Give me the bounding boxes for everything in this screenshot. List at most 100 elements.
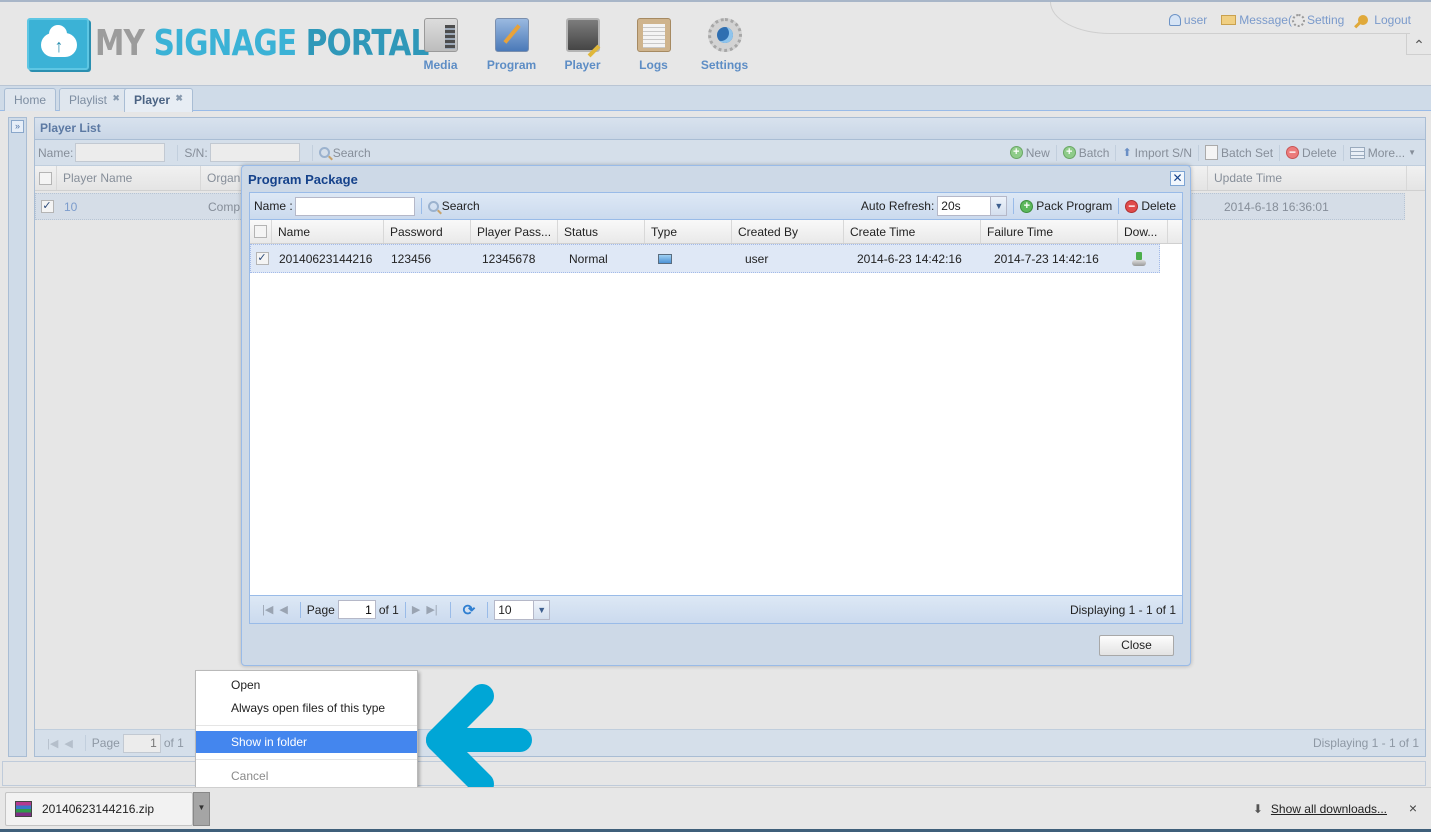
nav-settings[interactable]: Settings [689, 18, 760, 72]
auto-refresh-select[interactable]: 20s ▼ [937, 196, 1008, 216]
column-header-type[interactable]: Type [645, 220, 732, 243]
menu-item-open[interactable]: Open [196, 674, 417, 696]
dropdown-arrow-icon: ▼ [1408, 148, 1416, 157]
prev-page-icon[interactable]: ◀ [64, 737, 72, 750]
first-page-icon[interactable]: |◀ [262, 603, 273, 616]
column-header-player-name[interactable]: Player Name [57, 166, 201, 190]
row-checkbox[interactable]: ✓ [255, 252, 269, 265]
nav-program-label: Program [486, 58, 537, 72]
separator [1279, 144, 1281, 161]
batch-button[interactable]: + Batch [1062, 146, 1109, 160]
user-link[interactable]: user [1168, 13, 1207, 27]
separator [1055, 144, 1057, 161]
row-checkbox-cell: ✓ [251, 245, 273, 272]
row-checkbox[interactable]: ✓ [40, 200, 54, 213]
tab-player[interactable]: Player ✖ [124, 88, 193, 112]
status-cell: Normal [569, 251, 608, 266]
column-header-create-time[interactable]: Create Time [844, 220, 981, 243]
separator [1342, 144, 1344, 161]
select-all-checkbox[interactable] [39, 171, 52, 185]
prev-page-icon[interactable]: ◀ [279, 603, 287, 616]
separator [177, 144, 179, 161]
nav-logs[interactable]: Logs [618, 18, 689, 72]
chevron-down-icon[interactable]: ▼ [990, 197, 1007, 215]
close-icon[interactable]: ✖ [175, 93, 183, 103]
next-page-icon[interactable]: ▶ [412, 603, 420, 616]
column-header-name[interactable]: Name [272, 220, 384, 243]
download-menu-button[interactable]: ▼ [193, 792, 210, 826]
select-all-checkbox[interactable] [254, 225, 267, 238]
nav-media[interactable]: Media [405, 18, 476, 72]
delete-button[interactable]: − Delete [1286, 146, 1337, 160]
app-header: ↑ MY SIGNAGE PORTAL Media Program Player… [0, 0, 1431, 86]
separator [420, 198, 422, 214]
menu-item-cancel[interactable]: Cancel [196, 765, 417, 787]
close-icon[interactable]: ✖ [112, 93, 120, 103]
close-shelf-button[interactable]: × [1409, 800, 1417, 816]
search-button[interactable]: Search [427, 199, 480, 213]
download-context-menu: Open Always open files of this type Show… [195, 670, 418, 790]
page-label: Page [306, 602, 335, 617]
tab-playlist[interactable]: Playlist ✖ [59, 88, 130, 111]
column-header-download[interactable]: Dow... [1118, 220, 1168, 243]
more-button[interactable]: More... ▼ [1349, 146, 1416, 160]
download-icon[interactable] [1131, 251, 1147, 266]
sn-filter-input[interactable] [209, 143, 300, 162]
column-header-update-time[interactable]: Update Time [1207, 166, 1407, 190]
chevron-down-icon[interactable]: ▼ [533, 600, 550, 619]
column-header-created-by[interactable]: Created By [732, 220, 844, 243]
column-header-password[interactable]: Password [384, 220, 471, 243]
column-header-failure-time[interactable]: Failure Time [981, 220, 1118, 243]
menu-item-always-open[interactable]: Always open files of this type [196, 697, 417, 719]
nav-program[interactable]: Program [476, 18, 547, 72]
last-page-icon[interactable]: ▶| [426, 603, 437, 616]
player-icon [565, 18, 600, 52]
separator [487, 601, 489, 618]
player-password-cell: 12345678 [482, 251, 536, 266]
new-button[interactable]: + New [1009, 146, 1050, 160]
logout-link[interactable]: Logout [1358, 13, 1411, 27]
expand-panel-button[interactable]: » [11, 120, 24, 133]
page-count: of 1 [163, 736, 184, 750]
sn-filter-label: S/N: [184, 145, 208, 160]
batch-set-button[interactable]: Batch Set [1205, 145, 1273, 160]
setting-link[interactable]: Setting [1307, 13, 1344, 27]
tab-bar: Home Playlist ✖ Player ✖ [0, 86, 1431, 112]
delete-package-button[interactable]: − Delete [1125, 199, 1176, 213]
import-sn-button[interactable]: ⬆ Import S/N [1122, 146, 1192, 160]
page-size-select[interactable]: 10 ▼ [494, 599, 551, 620]
collapse-header-button[interactable]: ⌃ [1406, 34, 1431, 55]
add-icon: + [1009, 146, 1023, 159]
refresh-icon[interactable]: ⟳ [463, 601, 476, 619]
search-button[interactable]: Search [318, 146, 371, 160]
main-nav: Media Program Player Logs Settings [405, 18, 760, 72]
mail-icon [1221, 15, 1237, 25]
page-input[interactable] [337, 600, 376, 619]
pack-program-button[interactable]: + Pack Program [1020, 199, 1112, 213]
close-button[interactable]: Close [1099, 635, 1174, 656]
nav-logs-label: Logs [639, 58, 668, 72]
page-count: of 1 [378, 602, 399, 617]
user-menu: user Message( Setting Logout [1168, 13, 1411, 27]
annotation-arrow-icon [426, 684, 532, 796]
screen-icon [658, 253, 672, 264]
panel-title: Player List [35, 118, 1425, 140]
column-header-status[interactable]: Status [558, 220, 645, 243]
download-item[interactable]: 20140623144216.zip [5, 792, 193, 826]
first-page-icon[interactable]: |◀ [47, 737, 58, 750]
page-input[interactable] [122, 733, 161, 753]
column-header-player-password[interactable]: Player Pass... [471, 220, 558, 243]
package-name-input[interactable] [294, 196, 415, 216]
name-filter-input[interactable] [75, 143, 166, 162]
create-time-cell: 2014-6-23 14:42:16 [857, 251, 962, 266]
separator [1115, 144, 1117, 161]
close-dialog-button[interactable]: ✕ [1170, 171, 1185, 186]
message-link[interactable]: Message( [1221, 13, 1305, 27]
tab-home[interactable]: Home [4, 88, 57, 111]
table-row[interactable]: ✓ 20140623144216 123456 12345678 Normal … [250, 244, 1160, 273]
show-all-downloads: ⬇ Show all downloads... [1253, 802, 1387, 816]
show-all-downloads-link[interactable]: Show all downloads... [1271, 802, 1387, 816]
nav-player[interactable]: Player [547, 18, 618, 72]
menu-item-show-in-folder[interactable]: Show in folder [196, 731, 417, 753]
settings-icon [707, 18, 742, 52]
